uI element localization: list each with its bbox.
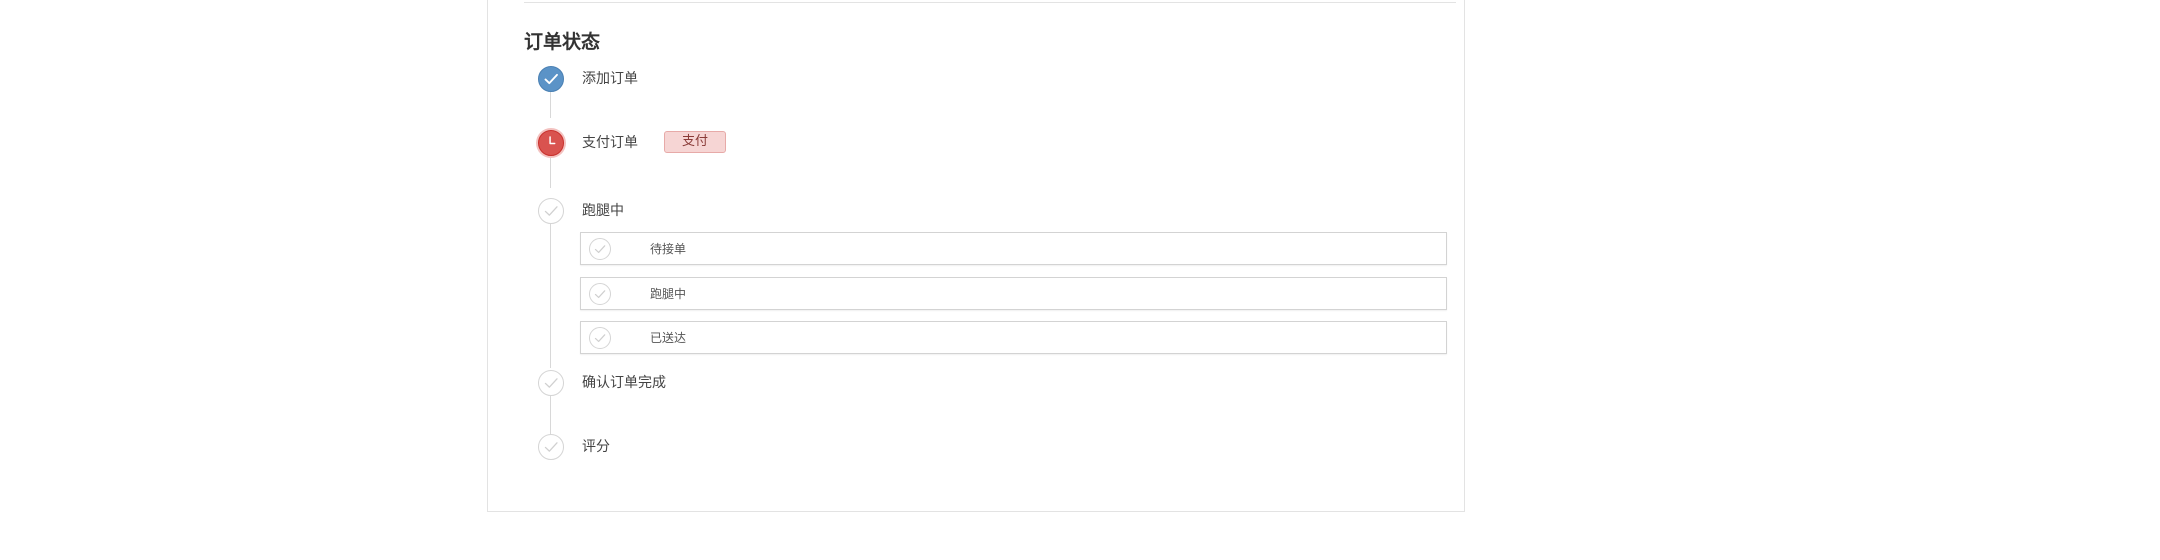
substep-label: 待接单 bbox=[650, 242, 687, 256]
substep-awaiting-pickup: 待接单 bbox=[580, 232, 1447, 265]
substep-delivered: 已送达 bbox=[580, 321, 1447, 354]
connector-line bbox=[550, 214, 551, 368]
clock-icon bbox=[538, 130, 564, 156]
step-label: 跑腿中 bbox=[582, 203, 624, 219]
section-title: 订单状态 bbox=[524, 31, 601, 53]
pay-button[interactable]: 支付 bbox=[664, 131, 726, 153]
check-icon bbox=[589, 283, 611, 305]
step-label: 评分 bbox=[582, 439, 610, 455]
check-icon bbox=[589, 238, 611, 260]
step-label: 确认订单完成 bbox=[582, 375, 666, 391]
top-divider bbox=[524, 2, 1456, 3]
check-icon bbox=[538, 434, 564, 460]
order-status-panel: 订单状态 添加订单 支付订单 支付 跑腿中 待接单 跑腿中 已送达 确认订单完成… bbox=[487, 0, 1465, 512]
connector-line bbox=[550, 394, 551, 434]
step-rating: 评分 bbox=[488, 434, 1464, 464]
check-icon bbox=[538, 66, 564, 92]
check-icon bbox=[538, 370, 564, 396]
step-add-order: 添加订单 bbox=[488, 66, 1464, 96]
step-pay-order: 支付订单 支付 bbox=[488, 130, 1464, 160]
step-label: 支付订单 bbox=[582, 135, 638, 151]
substep-running: 跑腿中 bbox=[580, 277, 1447, 310]
step-label: 添加订单 bbox=[582, 71, 638, 87]
check-icon bbox=[538, 198, 564, 224]
check-icon bbox=[589, 327, 611, 349]
substep-label: 已送达 bbox=[650, 331, 687, 345]
step-in-delivery: 跑腿中 bbox=[488, 198, 1464, 228]
substep-label: 跑腿中 bbox=[650, 287, 687, 301]
step-confirm-complete: 确认订单完成 bbox=[488, 370, 1464, 400]
